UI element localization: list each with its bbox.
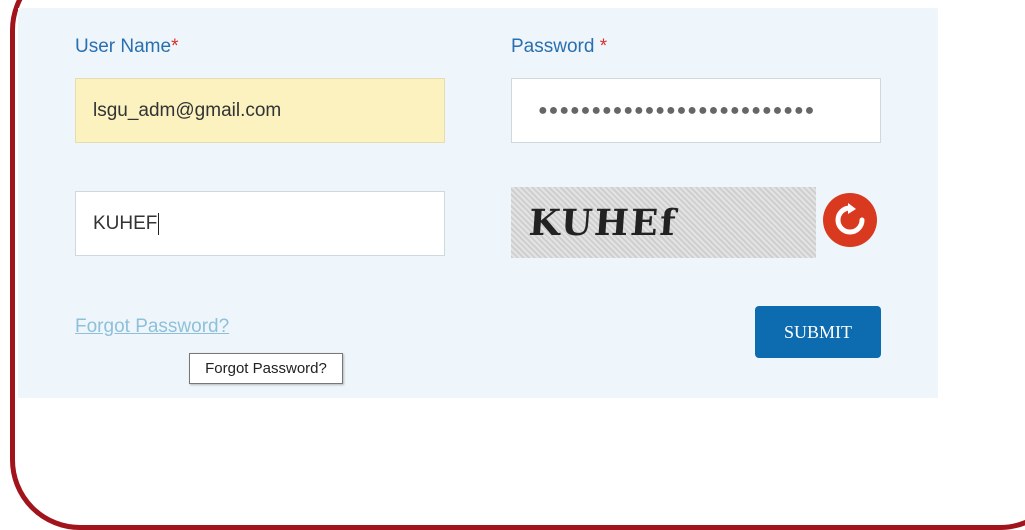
username-input[interactable]: lsgu_adm@gmail.com xyxy=(75,78,445,143)
submit-button[interactable]: SUBMIT xyxy=(755,306,881,358)
captcha-text: KUHEf xyxy=(527,201,679,244)
captcha-image: KUHEf xyxy=(511,187,816,258)
forgot-password-link[interactable]: Forgot Password? xyxy=(75,316,229,338)
text-cursor xyxy=(158,212,160,235)
refresh-icon xyxy=(835,203,865,235)
password-input[interactable]: ●●●●●●●●●●●●●●●●●●●●●●●●●● xyxy=(511,78,881,143)
username-label: User Name* xyxy=(75,36,179,57)
captcha-input-value: KUHEF xyxy=(93,212,158,234)
captcha-input[interactable]: KUHEF xyxy=(75,191,445,256)
username-value: lsgu_adm@gmail.com xyxy=(93,99,282,121)
forgot-password-tooltip: Forgot Password? xyxy=(189,353,343,384)
required-marker: * xyxy=(599,36,608,57)
password-label: Password * xyxy=(511,36,608,57)
password-mask: ●●●●●●●●●●●●●●●●●●●●●●●●●● xyxy=(538,101,816,119)
refresh-captcha-button[interactable] xyxy=(823,193,877,247)
required-marker: * xyxy=(171,36,179,57)
